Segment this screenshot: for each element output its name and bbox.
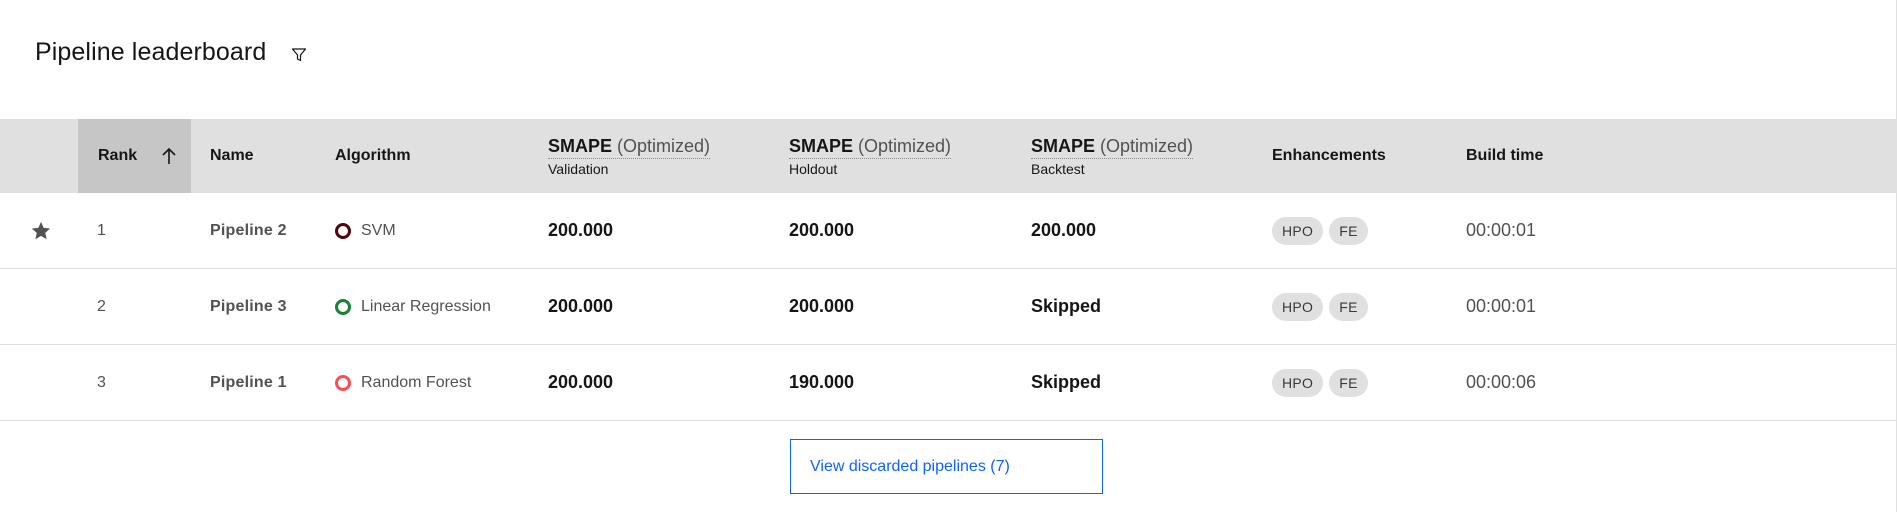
column-header-holdout[interactable]: SMAPE (Optimized) Holdout (789, 119, 952, 193)
leaderboard-header: Pipeline leaderboard (35, 38, 310, 67)
algorithm-cell: Linear Regression (335, 269, 491, 344)
backtest-score: Skipped (1031, 372, 1102, 392)
table-row[interactable]: 2 Pipeline 3 Linear Regression 200.000 2… (0, 269, 1896, 345)
column-header-algorithm[interactable]: Algorithm (335, 119, 411, 193)
column-header-name[interactable]: Name (210, 119, 254, 193)
pipeline-name[interactable]: Pipeline 3 (210, 269, 287, 344)
star-icon (28, 193, 54, 268)
metric-qualifier: (Optimized) (858, 135, 952, 156)
enhancement-tag: HPO (1272, 368, 1324, 397)
column-header-enhancements[interactable]: Enhancements (1272, 119, 1386, 193)
enhancement-tag: FE (1329, 216, 1368, 245)
rank-cell: 1 (97, 221, 106, 239)
enhancement-tag: HPO (1272, 216, 1324, 245)
filter-icon[interactable] (288, 44, 310, 66)
column-header-rank[interactable]: Rank (78, 119, 191, 193)
metric-title: SMAPE (Optimized) (1031, 135, 1194, 159)
build-time-cell: 00:00:01 (1466, 296, 1537, 316)
algorithm-cell: SVM (335, 193, 396, 268)
metric-subtitle: Backtest (1031, 160, 1085, 177)
validation-score: 200.000 (548, 372, 614, 392)
rank-cell: 2 (97, 297, 106, 315)
enhancements-cell: HPO FE (1272, 193, 1368, 268)
table-row[interactable]: 3 Pipeline 1 Random Forest 200.000 190.0… (0, 345, 1896, 421)
metric-title: SMAPE (Optimized) (548, 135, 711, 159)
enhancement-tag: FE (1329, 368, 1368, 397)
metric-name: SMAPE (548, 135, 613, 156)
view-discarded-pipelines-button[interactable]: View discarded pipelines (7) (790, 439, 1103, 494)
metric-title: SMAPE (Optimized) (789, 135, 952, 159)
leaderboard-table: Rank Name Algorithm SMAPE (Optimized) Va… (0, 119, 1896, 421)
algorithm-label: SVM (361, 221, 396, 239)
build-time-cell: 00:00:06 (1466, 372, 1537, 392)
page-title: Pipeline leaderboard (35, 38, 267, 66)
column-header-algorithm-label: Algorithm (335, 147, 411, 164)
arrow-up-icon[interactable] (158, 145, 180, 167)
enhancement-tag: HPO (1272, 292, 1324, 321)
column-header-build-time-label: Build time (1466, 147, 1544, 164)
algorithm-cell: Random Forest (335, 345, 471, 420)
build-time-cell: 00:00:01 (1466, 220, 1537, 240)
pipeline-name[interactable]: Pipeline 2 (210, 193, 287, 268)
column-header-validation[interactable]: SMAPE (Optimized) Validation (548, 119, 711, 193)
metric-qualifier: (Optimized) (1100, 135, 1194, 156)
rank-cell: 3 (97, 373, 106, 391)
algorithm-label: Random Forest (361, 373, 472, 391)
leaderboard-page: Pipeline leaderboard Rank Name Algorithm (0, 0, 1897, 512)
metric-name: SMAPE (789, 135, 854, 156)
column-header-backtest[interactable]: SMAPE (Optimized) Backtest (1031, 119, 1194, 193)
metric-qualifier: (Optimized) (617, 135, 711, 156)
enhancement-tag: FE (1329, 292, 1368, 321)
backtest-score: Skipped (1031, 296, 1102, 316)
metric-subtitle: Validation (548, 160, 609, 177)
algorithm-color-icon (335, 374, 351, 391)
holdout-score: 200.000 (789, 220, 855, 240)
holdout-score: 190.000 (789, 372, 855, 392)
holdout-score: 200.000 (789, 296, 855, 316)
column-header-rank-label: Rank (98, 147, 138, 164)
enhancements-cell: HPO FE (1272, 345, 1368, 420)
metric-subtitle: Holdout (789, 160, 838, 177)
column-header-enhancements-label: Enhancements (1272, 147, 1386, 164)
column-header-build-time[interactable]: Build time (1466, 119, 1543, 193)
pipeline-name[interactable]: Pipeline 1 (210, 345, 287, 420)
column-header-name-label: Name (210, 147, 254, 164)
table-header: Rank Name Algorithm SMAPE (Optimized) Va… (0, 119, 1896, 193)
validation-score: 200.000 (548, 220, 614, 240)
algorithm-color-icon (335, 298, 351, 315)
algorithm-color-icon (335, 222, 351, 239)
table-row[interactable]: 1 Pipeline 2 SVM 200.000 200.000 200.000… (0, 193, 1896, 269)
backtest-score: 200.000 (1031, 220, 1097, 240)
metric-name: SMAPE (1031, 135, 1096, 156)
algorithm-label: Linear Regression (361, 297, 491, 315)
enhancements-cell: HPO FE (1272, 269, 1368, 344)
validation-score: 200.000 (548, 296, 614, 316)
